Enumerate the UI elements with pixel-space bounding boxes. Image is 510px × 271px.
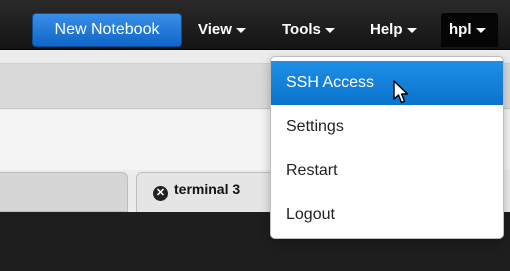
view-menu-label: View [198,21,232,38]
caret-down-icon [406,27,417,33]
help-menu-label: Help [370,21,403,38]
caret-down-icon [475,27,486,33]
caret-down-icon [324,27,335,33]
tools-menu[interactable]: Tools [282,13,335,47]
menu-item-settings[interactable]: Settings [271,105,503,149]
tab-inactive[interactable] [0,172,128,212]
mouse-cursor-icon [393,80,409,104]
page: New Notebook View Tools Help hpl ✕ termin… [0,0,510,271]
tools-menu-label: Tools [282,21,321,38]
tab-terminal[interactable]: ✕ terminal 3 [136,172,286,212]
top-navbar: New Notebook View Tools Help hpl [0,0,510,50]
menu-item-logout[interactable]: Logout [271,193,503,237]
menu-item-restart[interactable]: Restart [271,149,503,193]
new-notebook-button[interactable]: New Notebook [32,13,182,47]
view-menu[interactable]: View [198,13,246,47]
help-menu[interactable]: Help [370,13,417,47]
user-menu-label: hpl [449,21,472,38]
close-icon[interactable]: ✕ [153,186,168,201]
user-dropdown-menu: SSH Access Settings Restart Logout [270,56,504,239]
user-menu[interactable]: hpl [441,13,498,47]
menu-item-ssh-access[interactable]: SSH Access [271,61,503,105]
tab-terminal-label: terminal 3 [174,181,241,197]
caret-down-icon [235,27,246,33]
